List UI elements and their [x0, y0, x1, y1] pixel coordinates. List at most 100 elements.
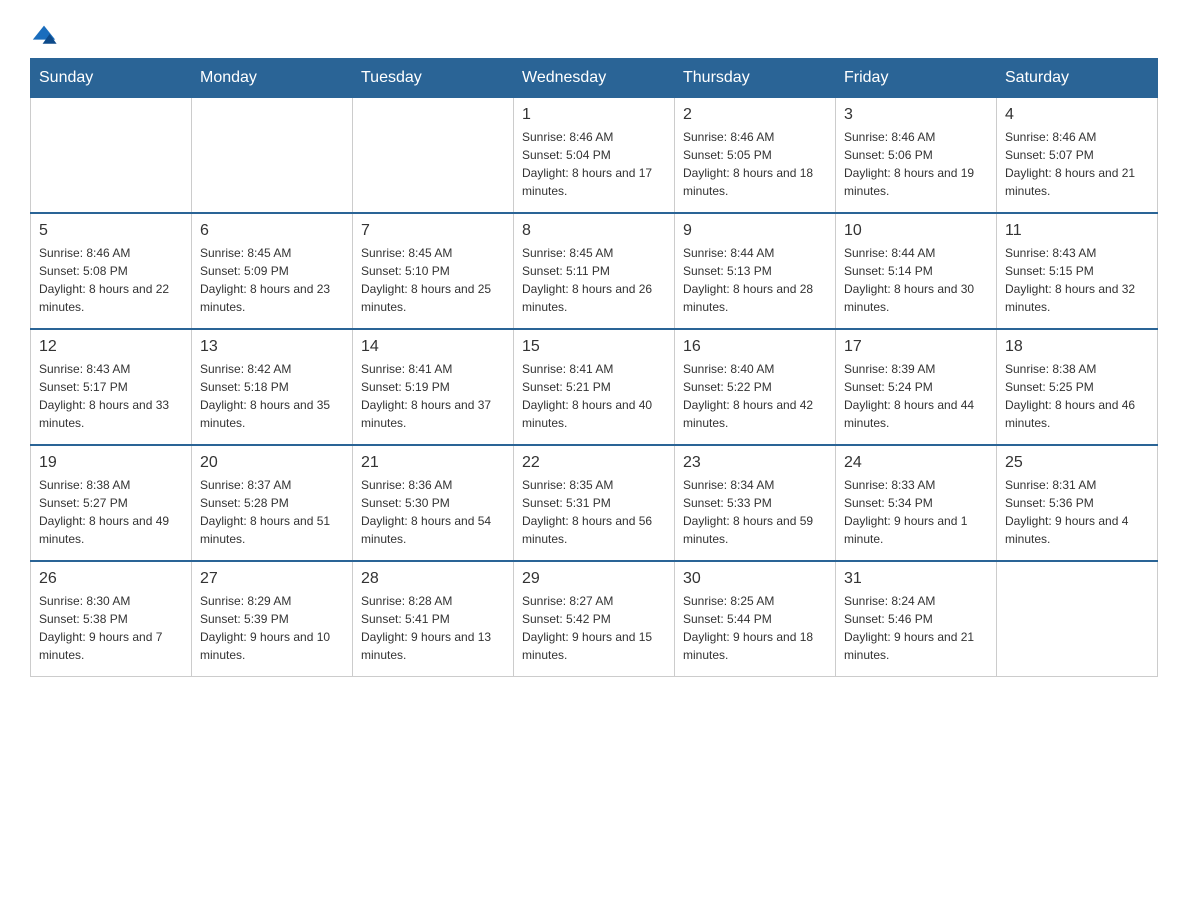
column-header-monday: Monday [192, 59, 353, 98]
day-number: 31 [844, 570, 988, 588]
day-number: 18 [1005, 338, 1149, 356]
day-info: Sunrise: 8:45 AM Sunset: 5:09 PM Dayligh… [200, 244, 344, 316]
day-info: Sunrise: 8:29 AM Sunset: 5:39 PM Dayligh… [200, 592, 344, 664]
calendar-cell: 10 Sunrise: 8:44 AM Sunset: 5:14 PM Dayli… [836, 213, 997, 329]
day-number: 28 [361, 570, 505, 588]
calendar-table: SundayMondayTuesdayWednesdayThursdayFrid… [30, 58, 1158, 677]
day-number: 7 [361, 222, 505, 240]
calendar-cell: 11 Sunrise: 8:43 AM Sunset: 5:15 PM Dayli… [997, 213, 1158, 329]
calendar-cell: 1 Sunrise: 8:46 AM Sunset: 5:04 PM Daylig… [514, 98, 675, 214]
day-number: 20 [200, 454, 344, 472]
day-number: 2 [683, 106, 827, 124]
logo-icon [30, 20, 58, 48]
day-number: 29 [522, 570, 666, 588]
day-number: 8 [522, 222, 666, 240]
calendar-header-row: SundayMondayTuesdayWednesdayThursdayFrid… [31, 59, 1158, 98]
day-number: 19 [39, 454, 183, 472]
calendar-cell: 25Sunrise: 8:31 AM Sunset: 5:36 PM Dayli… [997, 445, 1158, 561]
calendar-cell: 28 Sunrise: 8:28 AM Sunset: 5:41 PM Dayli… [353, 561, 514, 677]
day-number: 9 [683, 222, 827, 240]
day-number: 22 [522, 454, 666, 472]
day-info: Sunrise: 8:46 AM Sunset: 5:04 PM Dayligh… [522, 128, 666, 200]
day-number: 30 [683, 570, 827, 588]
day-info: Sunrise: 8:44 AM Sunset: 5:14 PM Dayligh… [844, 244, 988, 316]
calendar-week-row: 5 Sunrise: 8:46 AM Sunset: 5:08 PM Daylig… [31, 213, 1158, 329]
calendar-week-row: 1 Sunrise: 8:46 AM Sunset: 5:04 PM Daylig… [31, 98, 1158, 214]
calendar-cell [997, 561, 1158, 677]
calendar-cell: 7 Sunrise: 8:45 AM Sunset: 5:10 PM Daylig… [353, 213, 514, 329]
day-info: Sunrise: 8:36 AM Sunset: 5:30 PM Dayligh… [361, 476, 505, 548]
column-header-saturday: Saturday [997, 59, 1158, 98]
day-info: Sunrise: 8:38 AM Sunset: 5:27 PM Dayligh… [39, 476, 183, 548]
day-info: Sunrise: 8:46 AM Sunset: 5:07 PM Dayligh… [1005, 128, 1149, 200]
calendar-cell: 31 Sunrise: 8:24 AM Sunset: 5:46 PM Dayli… [836, 561, 997, 677]
calendar-cell: 14 Sunrise: 8:41 AM Sunset: 5:19 PM Dayli… [353, 329, 514, 445]
calendar-cell: 21 Sunrise: 8:36 AM Sunset: 5:30 PM Dayli… [353, 445, 514, 561]
day-info: Sunrise: 8:35 AM Sunset: 5:31 PM Dayligh… [522, 476, 666, 548]
calendar-cell: 19 Sunrise: 8:38 AM Sunset: 5:27 PM Dayli… [31, 445, 192, 561]
day-number: 21 [361, 454, 505, 472]
day-info: Sunrise: 8:45 AM Sunset: 5:10 PM Dayligh… [361, 244, 505, 316]
day-info: Sunrise: 8:41 AM Sunset: 5:21 PM Dayligh… [522, 360, 666, 432]
day-info: Sunrise: 8:24 AM Sunset: 5:46 PM Dayligh… [844, 592, 988, 664]
day-info: Sunrise: 8:43 AM Sunset: 5:15 PM Dayligh… [1005, 244, 1149, 316]
column-header-friday: Friday [836, 59, 997, 98]
day-number: 1 [522, 106, 666, 124]
calendar-cell: 17 Sunrise: 8:39 AM Sunset: 5:24 PM Dayli… [836, 329, 997, 445]
day-info: Sunrise: 8:46 AM Sunset: 5:06 PM Dayligh… [844, 128, 988, 200]
calendar-cell: 13 Sunrise: 8:42 AM Sunset: 5:18 PM Dayli… [192, 329, 353, 445]
day-number: 27 [200, 570, 344, 588]
column-header-sunday: Sunday [31, 59, 192, 98]
day-number: 24 [844, 454, 988, 472]
day-number: 25 [1005, 454, 1149, 472]
day-info: Sunrise: 8:41 AM Sunset: 5:19 PM Dayligh… [361, 360, 505, 432]
calendar-cell [353, 98, 514, 214]
calendar-cell: 2 Sunrise: 8:46 AM Sunset: 5:05 PM Daylig… [675, 98, 836, 214]
calendar-cell: 4 Sunrise: 8:46 AM Sunset: 5:07 PM Daylig… [997, 98, 1158, 214]
calendar-cell: 27 Sunrise: 8:29 AM Sunset: 5:39 PM Dayli… [192, 561, 353, 677]
day-info: Sunrise: 8:33 AM Sunset: 5:34 PM Dayligh… [844, 476, 988, 548]
calendar-cell: 6 Sunrise: 8:45 AM Sunset: 5:09 PM Daylig… [192, 213, 353, 329]
day-info: Sunrise: 8:43 AM Sunset: 5:17 PM Dayligh… [39, 360, 183, 432]
day-number: 23 [683, 454, 827, 472]
day-info: Sunrise: 8:30 AM Sunset: 5:38 PM Dayligh… [39, 592, 183, 664]
day-number: 14 [361, 338, 505, 356]
logo [30, 20, 62, 48]
day-info: Sunrise: 8:38 AM Sunset: 5:25 PM Dayligh… [1005, 360, 1149, 432]
calendar-cell: 20Sunrise: 8:37 AM Sunset: 5:28 PM Dayli… [192, 445, 353, 561]
day-number: 26 [39, 570, 183, 588]
day-info: Sunrise: 8:40 AM Sunset: 5:22 PM Dayligh… [683, 360, 827, 432]
calendar-cell: 30 Sunrise: 8:25 AM Sunset: 5:44 PM Dayli… [675, 561, 836, 677]
calendar-cell: 8 Sunrise: 8:45 AM Sunset: 5:11 PM Daylig… [514, 213, 675, 329]
calendar-cell: 22 Sunrise: 8:35 AM Sunset: 5:31 PM Dayli… [514, 445, 675, 561]
day-info: Sunrise: 8:28 AM Sunset: 5:41 PM Dayligh… [361, 592, 505, 664]
calendar-cell: 23 Sunrise: 8:34 AM Sunset: 5:33 PM Dayli… [675, 445, 836, 561]
day-info: Sunrise: 8:27 AM Sunset: 5:42 PM Dayligh… [522, 592, 666, 664]
day-number: 10 [844, 222, 988, 240]
day-number: 11 [1005, 222, 1149, 240]
column-header-thursday: Thursday [675, 59, 836, 98]
calendar-cell: 18 Sunrise: 8:38 AM Sunset: 5:25 PM Dayli… [997, 329, 1158, 445]
calendar-cell: 5 Sunrise: 8:46 AM Sunset: 5:08 PM Daylig… [31, 213, 192, 329]
calendar-cell: 16 Sunrise: 8:40 AM Sunset: 5:22 PM Dayli… [675, 329, 836, 445]
day-number: 16 [683, 338, 827, 356]
calendar-week-row: 19 Sunrise: 8:38 AM Sunset: 5:27 PM Dayli… [31, 445, 1158, 561]
calendar-cell: 9 Sunrise: 8:44 AM Sunset: 5:13 PM Daylig… [675, 213, 836, 329]
day-info: Sunrise: 8:34 AM Sunset: 5:33 PM Dayligh… [683, 476, 827, 548]
calendar-cell: 3Sunrise: 8:46 AM Sunset: 5:06 PM Daylig… [836, 98, 997, 214]
day-info: Sunrise: 8:46 AM Sunset: 5:08 PM Dayligh… [39, 244, 183, 316]
day-number: 13 [200, 338, 344, 356]
day-number: 4 [1005, 106, 1149, 124]
day-info: Sunrise: 8:42 AM Sunset: 5:18 PM Dayligh… [200, 360, 344, 432]
day-number: 17 [844, 338, 988, 356]
day-info: Sunrise: 8:25 AM Sunset: 5:44 PM Dayligh… [683, 592, 827, 664]
day-number: 5 [39, 222, 183, 240]
day-number: 6 [200, 222, 344, 240]
calendar-cell: 15Sunrise: 8:41 AM Sunset: 5:21 PM Dayli… [514, 329, 675, 445]
day-info: Sunrise: 8:45 AM Sunset: 5:11 PM Dayligh… [522, 244, 666, 316]
calendar-week-row: 12Sunrise: 8:43 AM Sunset: 5:17 PM Dayli… [31, 329, 1158, 445]
day-info: Sunrise: 8:39 AM Sunset: 5:24 PM Dayligh… [844, 360, 988, 432]
day-info: Sunrise: 8:46 AM Sunset: 5:05 PM Dayligh… [683, 128, 827, 200]
calendar-cell: 29 Sunrise: 8:27 AM Sunset: 5:42 PM Dayli… [514, 561, 675, 677]
day-info: Sunrise: 8:44 AM Sunset: 5:13 PM Dayligh… [683, 244, 827, 316]
